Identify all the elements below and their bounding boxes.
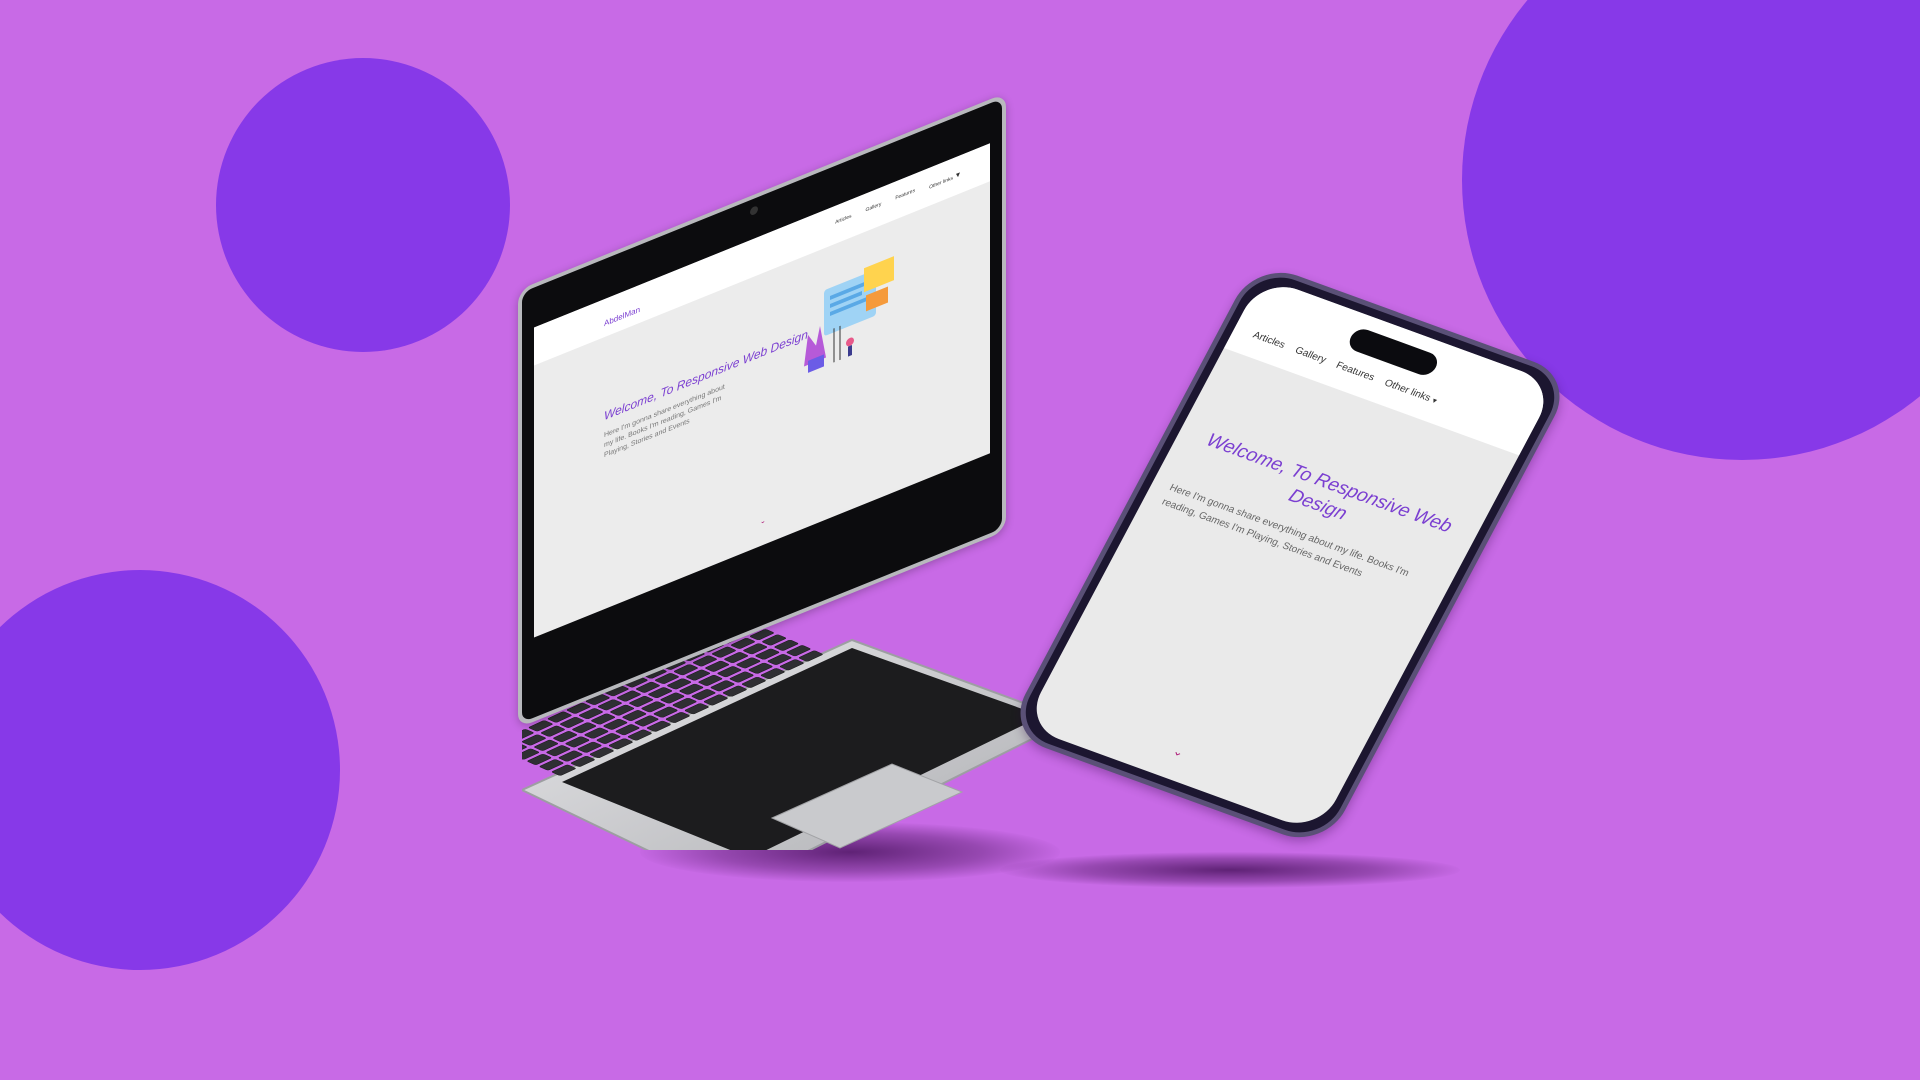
nav-link-other-links-label: Other links <box>1382 377 1433 404</box>
site-logo[interactable]: AbdelMan <box>604 305 640 329</box>
nav-link-other-links-label: Other links <box>929 175 953 191</box>
circle-bottom-left <box>0 570 340 970</box>
laptop-site-navbar: AbdelMan Articles Gallery Features Other… <box>534 143 990 366</box>
chevron-down-icon[interactable]: ⌄ <box>1171 744 1187 760</box>
nav-link-articles[interactable]: Articles <box>835 213 851 229</box>
nav-link-features[interactable]: Features <box>895 188 915 205</box>
caret-down-icon: ▾ <box>1430 395 1439 406</box>
hero-illustration <box>804 256 894 373</box>
laptop-nav-links: Articles Gallery Features Other links▾ <box>835 169 960 228</box>
camera-icon <box>750 205 758 217</box>
person-icon <box>846 337 854 347</box>
nav-link-other-links[interactable]: Other links▾ <box>929 169 960 190</box>
circle-top-left <box>216 58 510 352</box>
nav-link-features[interactable]: Features <box>1334 360 1376 383</box>
chevron-down-icon[interactable]: ⌄ <box>760 516 766 526</box>
caret-down-icon: ▾ <box>955 169 960 181</box>
mockup-stage: AbdelMan Articles Gallery Features Other… <box>0 0 1920 1080</box>
nav-link-articles[interactable]: Articles <box>1251 330 1287 351</box>
phone-screen: Articles Gallery Features Other links▾ W… <box>1022 276 1558 834</box>
laptop-mockup: AbdelMan Articles Gallery Features Other… <box>500 92 1100 920</box>
illustration-card <box>864 256 894 293</box>
nav-link-gallery[interactable]: Gallery <box>866 201 882 216</box>
nav-link-other-links[interactable]: Other links▾ <box>1382 378 1439 407</box>
laptop-display: AbdelMan Articles Gallery Features Other… <box>534 143 990 638</box>
nav-link-gallery[interactable]: Gallery <box>1293 345 1328 366</box>
